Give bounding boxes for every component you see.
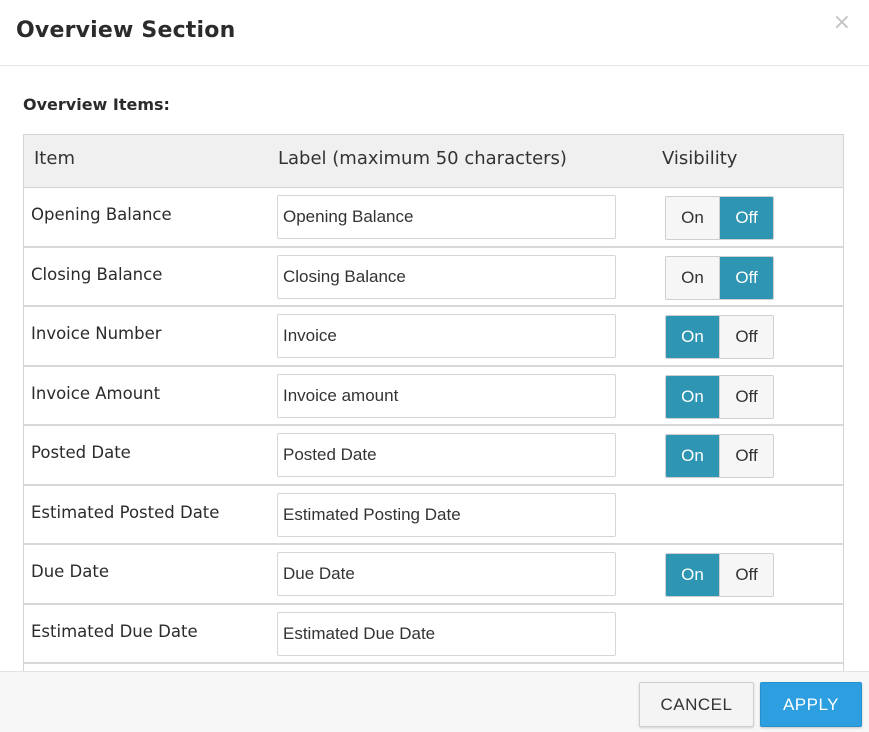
visibility-toggle[interactable]: On Off — [665, 374, 774, 419]
toggle-off-button[interactable]: Off — [720, 435, 773, 477]
modal-footer: CANCEL APPLY — [0, 671, 869, 732]
toggle-on-button[interactable]: On — [666, 375, 720, 418]
modal-header: Overview Section × — [0, 0, 869, 66]
label-input[interactable] — [277, 195, 616, 239]
toggle-on-button[interactable]: On — [666, 316, 720, 358]
visibility-toggle[interactable]: On Off — [665, 196, 774, 240]
table-row: Posted Date OnOff — [24, 426, 843, 486]
label-input[interactable] — [277, 492, 616, 537]
row-item-name: Closing Balance — [31, 264, 163, 284]
section-label: Overview Items: — [23, 95, 170, 114]
toggle-on-button[interactable]: On — [666, 256, 720, 299]
visibility-toggle[interactable]: On Off — [665, 434, 774, 478]
table-row: Due Date OnOff — [24, 545, 843, 605]
close-icon[interactable]: × — [833, 12, 851, 34]
label-input[interactable] — [277, 611, 616, 656]
toggle-off-button[interactable]: Off — [720, 256, 773, 299]
label-input[interactable] — [277, 373, 616, 418]
toggle-off-button[interactable]: Off — [720, 554, 773, 596]
table-row: Estimated Posted Date — [24, 485, 843, 545]
toggle-on-button[interactable]: On — [666, 197, 720, 239]
apply-button[interactable]: APPLY — [760, 682, 862, 727]
table-row: Opening Balance OnOff — [24, 188, 843, 248]
toggle-off-button[interactable]: Off — [720, 316, 773, 358]
table-row: Estimated Due Date — [24, 604, 843, 664]
row-item-name: Estimated Due Date — [31, 621, 198, 641]
toggle-on-button[interactable]: On — [666, 554, 720, 596]
toggle-off-button[interactable]: Off — [720, 375, 773, 418]
column-header-visibility: Visibility — [662, 148, 738, 169]
column-header-item: Item — [34, 148, 75, 169]
table-row — [24, 664, 843, 671]
overview-items-table: Item Label (maximum 50 characters) Visib… — [23, 134, 844, 671]
cancel-button[interactable]: CANCEL — [639, 682, 754, 727]
visibility-toggle[interactable]: On Off — [665, 255, 774, 300]
label-input[interactable] — [277, 552, 616, 596]
label-input[interactable] — [277, 433, 616, 477]
table-row: Invoice Amount OnOff — [24, 366, 843, 426]
row-item-name: Estimated Posted Date — [31, 502, 220, 522]
modal-title: Overview Section — [16, 18, 236, 43]
table-row: Closing Balance OnOff — [24, 247, 843, 307]
toggle-on-button[interactable]: On — [666, 435, 720, 477]
column-header-label: Label (maximum 50 characters) — [278, 148, 567, 169]
row-item-name: Due Date — [31, 562, 109, 581]
row-item-name: Opening Balance — [31, 205, 172, 224]
row-item-name: Invoice Number — [31, 324, 162, 343]
row-item-name: Invoice Amount — [31, 383, 161, 403]
label-input[interactable] — [277, 314, 616, 358]
visibility-toggle[interactable]: On Off — [665, 315, 774, 359]
table-row: Invoice Number OnOff — [24, 307, 843, 367]
label-input[interactable] — [277, 254, 616, 299]
table-body: Opening BalanceOnOffClosing BalanceOnOff… — [24, 188, 843, 671]
visibility-toggle[interactable]: On Off — [665, 553, 774, 597]
row-item-name: Posted Date — [31, 443, 131, 462]
toggle-off-button[interactable]: Off — [720, 197, 773, 239]
table-header: Item Label (maximum 50 characters) Visib… — [24, 135, 843, 188]
